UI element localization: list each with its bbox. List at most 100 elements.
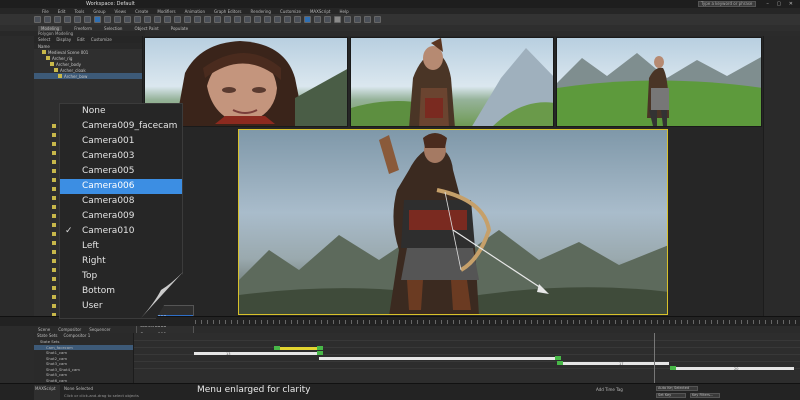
material-editor-icon[interactable] (324, 16, 331, 23)
visibility-toggle-icon[interactable] (52, 151, 56, 155)
placement-icon[interactable] (164, 16, 171, 23)
schematic-view-icon[interactable] (314, 16, 321, 23)
visibility-toggle-icon[interactable] (52, 133, 56, 137)
redo-icon[interactable] (44, 16, 51, 23)
rotate-icon[interactable] (144, 16, 151, 23)
visibility-toggle-icon[interactable] (52, 169, 56, 173)
visibility-toggle-icon[interactable] (52, 205, 56, 209)
tree-item[interactable]: Archer_bow (34, 73, 142, 79)
tab-compositor-1[interactable]: Compositor 1 (64, 333, 91, 339)
render-production-icon[interactable] (354, 16, 361, 23)
visibility-toggle-icon[interactable] (52, 124, 56, 128)
add-time-tag[interactable]: Add Time Tag (596, 387, 623, 392)
menu-item-camera008[interactable]: Camera008 (60, 194, 182, 209)
clip-handle[interactable] (317, 346, 323, 350)
menu-maxscript[interactable]: MAXScript (310, 9, 331, 14)
menu-file[interactable]: File (42, 9, 49, 14)
tab-select[interactable]: Select (38, 37, 50, 42)
visibility-toggle-icon[interactable] (52, 268, 56, 272)
track-bar[interactable] (319, 357, 559, 360)
rect-selection-icon[interactable] (114, 16, 121, 23)
menu-edit[interactable]: Edit (58, 9, 66, 14)
link-icon[interactable] (54, 16, 61, 23)
angle-snap-icon[interactable] (224, 16, 231, 23)
menu-item-camera009-facecam[interactable]: Camera009_facecam (60, 119, 182, 134)
menu-views[interactable]: Views (115, 9, 127, 14)
visibility-toggle-icon[interactable] (52, 160, 56, 164)
visibility-toggle-icon[interactable] (52, 304, 56, 308)
viewport-camera003[interactable] (350, 37, 554, 127)
pivot-icon[interactable] (184, 16, 191, 23)
track-bar[interactable] (559, 362, 669, 365)
selection-filter-icon[interactable] (84, 16, 91, 23)
menu-item-right[interactable]: Right (60, 254, 182, 269)
set-key-button[interactable]: Set Key (656, 393, 686, 398)
clip-handle[interactable] (274, 346, 280, 350)
menu-graph-editors[interactable]: Graph Editors (214, 9, 241, 14)
menu-tools[interactable]: Tools (74, 9, 84, 14)
clip-handle[interactable] (317, 351, 323, 355)
select-object-icon[interactable] (94, 16, 101, 23)
viewport-camera005[interactable] (556, 37, 762, 127)
time-cursor[interactable] (654, 333, 655, 383)
tab-compositor[interactable]: Compositor (58, 327, 81, 332)
tab-freeform[interactable]: Freeform (74, 26, 92, 31)
menu-create[interactable]: Create (135, 9, 148, 14)
maxscript-listener[interactable]: MAXScript (34, 385, 60, 400)
selected-dropdown[interactable]: Selected (672, 386, 698, 391)
undo-icon[interactable] (34, 16, 41, 23)
window-controls[interactable]: – ▢ ✕ (766, 1, 796, 7)
key-filters-button[interactable]: Key Filters... (690, 393, 720, 398)
curve-editor-icon[interactable] (304, 16, 311, 23)
visibility-toggle-icon[interactable] (52, 259, 56, 263)
spinner-snap-icon[interactable] (244, 16, 251, 23)
named-selection-icon[interactable] (254, 16, 261, 23)
rendered-frame-icon[interactable] (344, 16, 351, 23)
ribbon-toggle-icon[interactable] (294, 16, 301, 23)
tab-populate[interactable]: Populate (171, 26, 188, 31)
a360-icon[interactable] (374, 16, 381, 23)
menu-rendering[interactable]: Rendering (251, 9, 271, 14)
menu-item-camera005[interactable]: Camera005 (60, 164, 182, 179)
percent-snap-icon[interactable] (234, 16, 241, 23)
menu-item-camera009[interactable]: Camera009 (60, 209, 182, 224)
visibility-toggle-icon[interactable] (52, 241, 56, 245)
track-bar-active[interactable] (276, 347, 320, 350)
tab-sequencer[interactable]: Sequencer (89, 327, 110, 332)
visibility-toggle-icon[interactable] (52, 277, 56, 281)
menu-item-camera010[interactable]: ✓ Camera010 (60, 224, 182, 239)
menu-item-camera006[interactable]: Camera006 (60, 179, 182, 194)
scale-icon[interactable] (154, 16, 161, 23)
visibility-toggle-icon[interactable] (52, 214, 56, 218)
tab-customize[interactable]: Customize (91, 37, 112, 42)
select-by-name-icon[interactable] (104, 16, 111, 23)
viewport-camera006-active[interactable] (238, 129, 668, 315)
workspace-label[interactable]: Workspace: Default (86, 1, 135, 7)
keyboard-shortcut-icon[interactable] (204, 16, 211, 23)
clip-handle[interactable] (670, 366, 676, 370)
menu-animation[interactable]: Animation (185, 9, 205, 14)
snap-toggle-icon[interactable] (214, 16, 221, 23)
bind-space-warp-icon[interactable] (74, 16, 81, 23)
mirror-icon[interactable] (264, 16, 271, 23)
tab-selection[interactable]: Selection (104, 26, 122, 31)
help-search-input[interactable]: Type a keyword or phrase (698, 1, 756, 7)
menu-item-left[interactable]: Left (60, 239, 182, 254)
tab-modeling[interactable]: Modeling (38, 25, 63, 31)
menu-modifiers[interactable]: Modifiers (157, 9, 175, 14)
visibility-toggle-icon[interactable] (52, 232, 56, 236)
layer-explorer-icon[interactable] (284, 16, 291, 23)
visibility-toggle-icon[interactable] (52, 223, 56, 227)
menu-group[interactable]: Group (93, 9, 105, 14)
visibility-toggle-icon[interactable] (52, 250, 56, 254)
window-crossing-icon[interactable] (124, 16, 131, 23)
tab-object-paint[interactable]: Object Paint (134, 26, 158, 31)
track-bar[interactable] (194, 352, 319, 355)
menu-customize[interactable]: Customize (280, 9, 301, 14)
visibility-toggle-icon[interactable] (52, 187, 56, 191)
render-cloud-icon[interactable] (364, 16, 371, 23)
manipulate-icon[interactable] (194, 16, 201, 23)
tab-scene[interactable]: Scene (38, 327, 50, 332)
visibility-toggle-icon[interactable] (52, 295, 56, 299)
render-setup-icon[interactable] (334, 16, 341, 23)
